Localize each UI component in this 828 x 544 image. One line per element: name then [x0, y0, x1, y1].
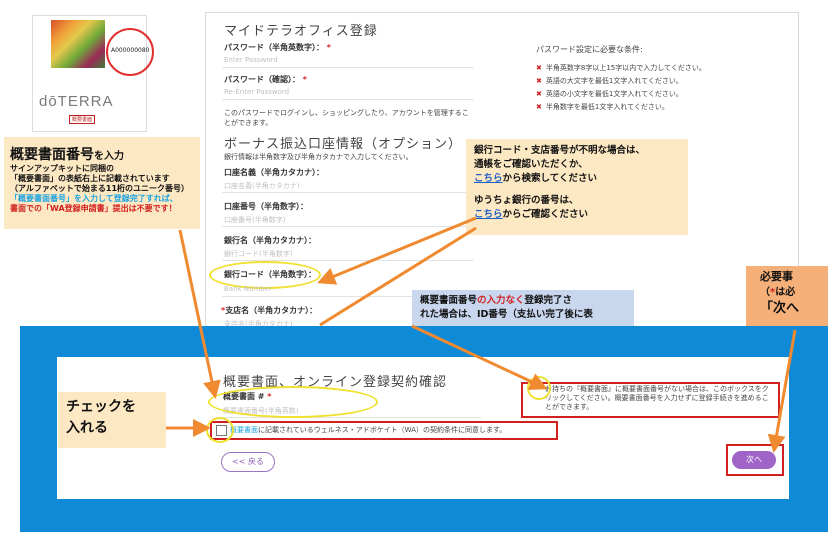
arrow-to-branch — [319, 226, 477, 327]
arrow-to-bank-code — [317, 216, 477, 285]
arrow-to-next-button — [767, 329, 797, 453]
arrow-to-overview-field — [178, 229, 221, 399]
callout-arrows — [166, 216, 797, 453]
arrow-to-no-number-box — [411, 324, 548, 390]
